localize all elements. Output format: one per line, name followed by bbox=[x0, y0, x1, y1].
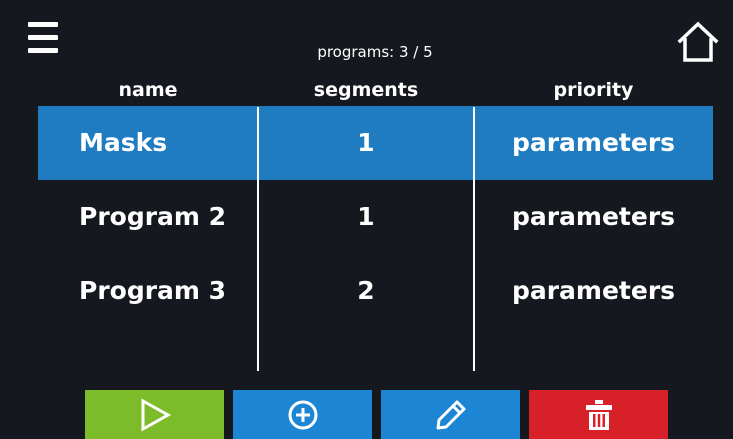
home-button[interactable] bbox=[676, 20, 720, 64]
home-icon bbox=[677, 21, 719, 62]
program-priority: parameters bbox=[511, 128, 676, 157]
program-name: Program 2 bbox=[79, 202, 227, 231]
program-row-masks[interactable]: Masks 1 parameters bbox=[38, 106, 713, 180]
trash-icon bbox=[585, 399, 612, 430]
plus-circle-icon bbox=[288, 400, 317, 429]
program-counter: programs: 3 / 5 bbox=[317, 43, 433, 61]
program-segments: 1 bbox=[357, 202, 375, 231]
play-icon bbox=[141, 397, 171, 432]
program-segments: 1 bbox=[357, 128, 375, 157]
program-name: Masks bbox=[79, 128, 168, 157]
program-name: Program 3 bbox=[79, 276, 227, 305]
program-segments: 2 bbox=[357, 276, 375, 305]
hamburger-menu-icon bbox=[28, 22, 58, 27]
column-header-segments: segments bbox=[313, 79, 419, 101]
delete-program-button[interactable] bbox=[529, 390, 668, 439]
column-header-priority: priority bbox=[553, 79, 634, 101]
pencil-icon bbox=[436, 400, 465, 429]
edit-program-button[interactable] bbox=[381, 390, 520, 439]
add-program-button[interactable] bbox=[233, 390, 372, 439]
hamburger-menu-icon-bar bbox=[28, 35, 58, 40]
column-divider-right bbox=[473, 107, 475, 371]
start-program-button[interactable] bbox=[85, 390, 224, 439]
program-row-program-2[interactable]: Program 2 1 parameters bbox=[38, 180, 713, 254]
program-priority: parameters bbox=[511, 202, 676, 231]
program-priority: parameters bbox=[511, 276, 676, 305]
program-row-program-3[interactable]: Program 3 2 parameters bbox=[38, 254, 713, 328]
column-divider-left bbox=[257, 107, 259, 371]
hamburger-menu-icon-bar bbox=[28, 48, 58, 53]
program-list-screen: programs: 3 / 5 name segments priority M… bbox=[0, 0, 733, 439]
column-header-name: name bbox=[118, 79, 178, 101]
menu-button[interactable] bbox=[28, 22, 58, 56]
